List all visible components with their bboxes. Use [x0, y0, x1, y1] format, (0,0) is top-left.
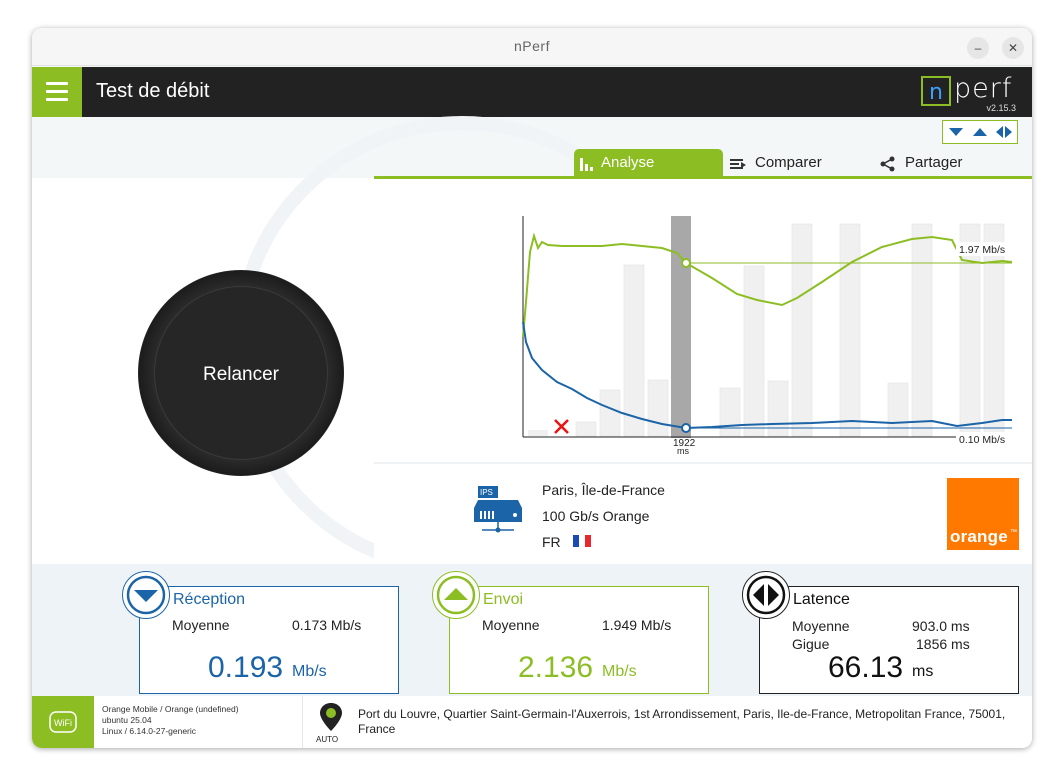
latence-jitter-value: 1856 ms: [916, 636, 970, 652]
envoi-title: Envoi: [483, 591, 524, 608]
server-country: FR: [542, 534, 561, 550]
speed-chart: 1.97 Mb/s 0.10 Mb/s 1922 ms: [522, 216, 1013, 456]
envoi-card: Envoi Moyenne 1.949 Mb/s 2.136 Mb/s: [432, 571, 709, 694]
envoi-unit: Mb/s: [602, 663, 637, 680]
latency-icon: [742, 571, 790, 619]
chart-bar: [911, 223, 933, 437]
expand-controls: [942, 120, 1018, 144]
upload-series-line: [522, 232, 1013, 338]
expand-up-button[interactable]: [969, 123, 991, 141]
title-bar: nPerf – ✕: [32, 28, 1032, 66]
chart-bar: [647, 379, 669, 437]
os-info: ubuntu 25.04: [102, 715, 152, 725]
swap-button[interactable]: [993, 123, 1015, 141]
chart-bar: [575, 421, 597, 437]
reception-avg-value: 0.173 Mb/s: [292, 617, 362, 633]
server-icon: IPS: [474, 480, 524, 534]
triangle-up-icon: [973, 128, 987, 136]
error-cross-icon: [554, 419, 569, 434]
latence-title: Latence: [793, 591, 850, 608]
latence-avg-label: Moyenne: [792, 618, 850, 634]
close-button[interactable]: ✕: [1002, 37, 1024, 59]
network-info: Orange Mobile / Orange (undefined) ubunt…: [102, 704, 302, 737]
wifi-icon: WiFi: [32, 696, 94, 748]
triangle-down-icon: [949, 128, 963, 136]
collapse-down-button[interactable]: [945, 123, 967, 141]
envoi-value: 2.136: [518, 651, 594, 684]
app-header: Test de débit n perf v2.15.3: [32, 67, 1032, 117]
reception-value: 0.193: [208, 651, 284, 684]
download-icon: [122, 571, 170, 619]
window-title: nPerf: [514, 38, 550, 54]
location-box[interactable]: AUTO Port du Louvre, Quartier Saint-Germ…: [302, 696, 1032, 748]
svg-text:n: n: [929, 80, 943, 105]
chart-label-high: 1.97 Mb/s: [959, 244, 1005, 256]
server-link: 100 Gb/s Orange: [542, 508, 650, 524]
relaunch-button[interactable]: Relancer: [138, 270, 344, 476]
france-flag-icon: [573, 535, 591, 547]
latence-card: Latence Moyenne 903.0 ms Gigue 1856 ms 6…: [742, 571, 1019, 694]
latence-avg-value: 903.0 ms: [912, 618, 970, 634]
hamburger-icon: [46, 82, 68, 85]
latence-jitter-label: Gigue: [792, 636, 830, 652]
chart-bar: [839, 223, 861, 437]
bar-chart-icon: [580, 158, 593, 171]
pin-label: AUTO: [316, 735, 339, 744]
chart-bar: [528, 430, 548, 436]
chart-bar: [599, 389, 621, 437]
upload-marker-dot: [681, 258, 691, 268]
chart-label-low: 0.10 Mb/s: [959, 434, 1005, 446]
latence-unit: ms: [912, 663, 934, 680]
latence-value: 66.13: [828, 651, 904, 684]
envoi-avg-value: 1.949 Mb/s: [602, 617, 672, 633]
reception-title: Réception: [173, 591, 246, 608]
chart-bar: [743, 265, 765, 437]
server-city: Paris, Île-de-France: [542, 482, 665, 498]
relaunch-label: Relancer: [202, 364, 280, 385]
nperf-logo: n perf v2.15.3: [918, 71, 1018, 113]
download-marker-dot: [681, 423, 691, 433]
download-series-line: [522, 321, 1012, 430]
menu-button[interactable]: [32, 67, 82, 117]
operator-logo: orange ™: [947, 478, 1019, 550]
chart-bar: [719, 387, 741, 437]
chart-marker-band: [671, 216, 691, 438]
compare-icon: [730, 159, 746, 169]
page-title: Test de débit: [96, 80, 210, 102]
kernel-info: Linux / 6.14.0-27-generic: [102, 726, 197, 736]
share-icon: [880, 156, 895, 172]
app-window: nPerf – ✕ Test de débit n perf v2.15.3 A…: [32, 28, 1032, 748]
status-footer: WiFi Orange Mobile / Orange (undefined) …: [32, 696, 1032, 748]
svg-text:WiFi: WiFi: [54, 718, 72, 728]
tab-analyse[interactable]: Analyse: [574, 149, 723, 177]
envoi-avg-label: Moyenne: [482, 617, 540, 633]
chart-bar: [623, 264, 645, 437]
reception-card: Réception Moyenne 0.173 Mb/s 0.193 Mb/s: [122, 571, 399, 694]
upload-icon: [432, 571, 480, 619]
svg-text:IPS: IPS: [480, 488, 493, 497]
chart-marker-unit: ms: [677, 446, 689, 456]
app-version: v2.15.3: [986, 103, 1016, 113]
minimize-button[interactable]: –: [967, 37, 989, 59]
reception-unit: Mb/s: [292, 663, 327, 680]
network-operator: Orange Mobile / Orange (undefined): [102, 704, 239, 714]
location-pin-icon[interactable]: AUTO: [316, 702, 344, 746]
left-right-icon: [1005, 126, 1012, 138]
reception-avg-label: Moyenne: [172, 617, 230, 633]
address-text: Port du Louvre, Quartier Saint-Germain-l…: [358, 707, 1006, 736]
tab-partager[interactable]: Partager: [879, 149, 1009, 177]
chart-bar: [791, 223, 813, 437]
tab-bar: Analyse Comparer Partager: [374, 149, 1032, 179]
tab-comparer[interactable]: Comparer: [729, 149, 859, 177]
